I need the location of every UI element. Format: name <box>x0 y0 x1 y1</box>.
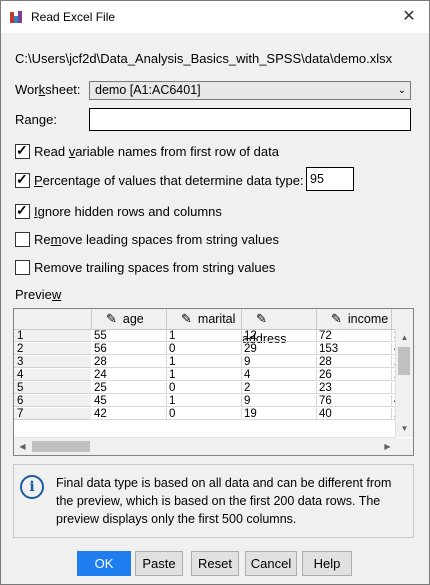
table-cell: 56 <box>92 343 167 355</box>
row-number: 1 <box>14 330 91 342</box>
chevron-down-icon: ⌄ <box>397 85 406 96</box>
table-cell: 153 <box>317 343 392 355</box>
table-cell: 12 <box>242 330 317 342</box>
pencil-icon: ✎ <box>256 311 267 326</box>
table-cell: 0 <box>167 382 242 394</box>
paste-button[interactable]: Paste <box>135 551 183 576</box>
table-cell: 55 <box>92 330 167 342</box>
remove-leading-spaces-label: Remove leading spaces from string values <box>34 232 279 247</box>
title-bar: Read Excel File ✕ <box>1 1 429 33</box>
scroll-down-icon[interactable]: ▼ <box>396 420 413 437</box>
percentage-checkbox[interactable] <box>15 171 30 188</box>
scroll-left-icon[interactable]: ◀ <box>14 438 31 455</box>
scroll-up-icon[interactable]: ▲ <box>396 329 413 346</box>
info-icon: i <box>20 475 44 499</box>
table-cell: 26 <box>317 369 392 381</box>
percentage-label: Percentage of values that determine data… <box>34 173 304 188</box>
percentage-input[interactable]: 95 <box>306 167 354 191</box>
table-cell: 0 <box>167 408 242 420</box>
row-number: 5 <box>14 382 91 394</box>
ignore-hidden-label: Ignore hidden rows and columns <box>34 204 222 219</box>
preview-label: Preview <box>15 287 62 302</box>
window-title: Read Excel File <box>31 10 116 24</box>
table-cell: 28 <box>92 356 167 368</box>
table-cell: 9 <box>242 356 317 368</box>
worksheet-value: demo [A1:AC6401] <box>95 83 201 97</box>
row-header-corner <box>14 309 92 329</box>
remove-trailing-spaces-label: Remove trailing spaces from string value… <box>34 260 276 275</box>
table-cell: 23 <box>317 382 392 394</box>
column-header-marital[interactable]: ✎ marital <box>167 309 242 329</box>
remove-trailing-spaces-checkbox[interactable] <box>15 260 30 275</box>
table-cell: 1 <box>167 369 242 381</box>
table-cell: 29 <box>242 343 317 355</box>
vertical-scrollbar[interactable]: ▲ ▼ <box>395 329 413 437</box>
horizontal-scroll-thumb[interactable] <box>32 441 90 452</box>
table-cell: 4 <box>242 369 317 381</box>
worksheet-label: Worksheet: <box>15 82 81 97</box>
range-input[interactable] <box>89 108 411 131</box>
pencil-icon: ✎ <box>181 311 192 326</box>
table-cell: 24 <box>92 369 167 381</box>
preview-header-row: ✎ age ✎ marital ✎address ✎ income <box>14 309 413 346</box>
spss-app-icon <box>9 10 23 24</box>
table-cell: 0 <box>167 343 242 355</box>
table-cell: 42 <box>92 408 167 420</box>
column-header-address[interactable]: ✎address <box>242 309 317 346</box>
row-number: 7 <box>14 408 91 420</box>
percentage-value: 95 <box>310 172 324 186</box>
row-number: 6 <box>14 395 91 407</box>
reset-button[interactable]: Reset <box>191 551 239 576</box>
scrollbar-corner <box>396 438 413 455</box>
table-cell: 1 <box>167 356 242 368</box>
info-text: Final data type is based on all data and… <box>56 476 392 526</box>
table-cell: 28 <box>317 356 392 368</box>
scroll-right-icon[interactable]: ▶ <box>379 438 396 455</box>
table-cell: 40 <box>317 408 392 420</box>
cancel-button[interactable]: Cancel <box>245 551 297 576</box>
pencil-icon: ✎ <box>331 311 342 326</box>
table-cell: 9 <box>242 395 317 407</box>
ignore-hidden-checkbox[interactable] <box>15 202 30 219</box>
worksheet-select[interactable]: demo [A1:AC6401] ⌄ <box>89 81 411 100</box>
horizontal-scrollbar[interactable]: ◀ ▶ <box>14 437 396 455</box>
column-header-income[interactable]: ✎ income <box>317 309 392 329</box>
table-cell: 1 <box>167 395 242 407</box>
column-header-age[interactable]: ✎ age <box>92 309 167 329</box>
file-path: C:\Users\jcf2d\Data_Analysis_Basics_with… <box>15 51 393 66</box>
range-label: Range: <box>15 112 57 127</box>
row-number: 2 <box>14 343 91 355</box>
preview-grid[interactable]: ✎age ✎marital ✎address ✎income 155112723… <box>13 308 414 456</box>
table-cell: 45 <box>92 395 167 407</box>
close-icon[interactable]: ✕ <box>389 1 429 33</box>
table-cell: 19 <box>242 408 317 420</box>
info-panel: i Final data type is based on all data a… <box>13 464 414 538</box>
read-variable-names-label: Read variable names from first row of da… <box>34 144 279 159</box>
remove-leading-spaces-checkbox[interactable] <box>15 232 30 247</box>
row-number: 3 <box>14 356 91 368</box>
table-cell: 2 <box>242 382 317 394</box>
read-variable-names-checkbox[interactable] <box>15 142 30 159</box>
table-cell: 76 <box>317 395 392 407</box>
vertical-scroll-thumb[interactable] <box>398 347 410 375</box>
ok-button[interactable]: OK <box>77 551 131 576</box>
pencil-icon: ✎ <box>106 311 117 326</box>
read-excel-dialog: Read Excel File ✕ C:\Users\jcf2d\Data_An… <box>0 0 430 585</box>
table-cell: 25 <box>92 382 167 394</box>
table-cell: 72 <box>317 330 392 342</box>
table-cell: 1 <box>167 330 242 342</box>
row-number: 4 <box>14 369 91 381</box>
help-button[interactable]: Help <box>302 551 352 576</box>
